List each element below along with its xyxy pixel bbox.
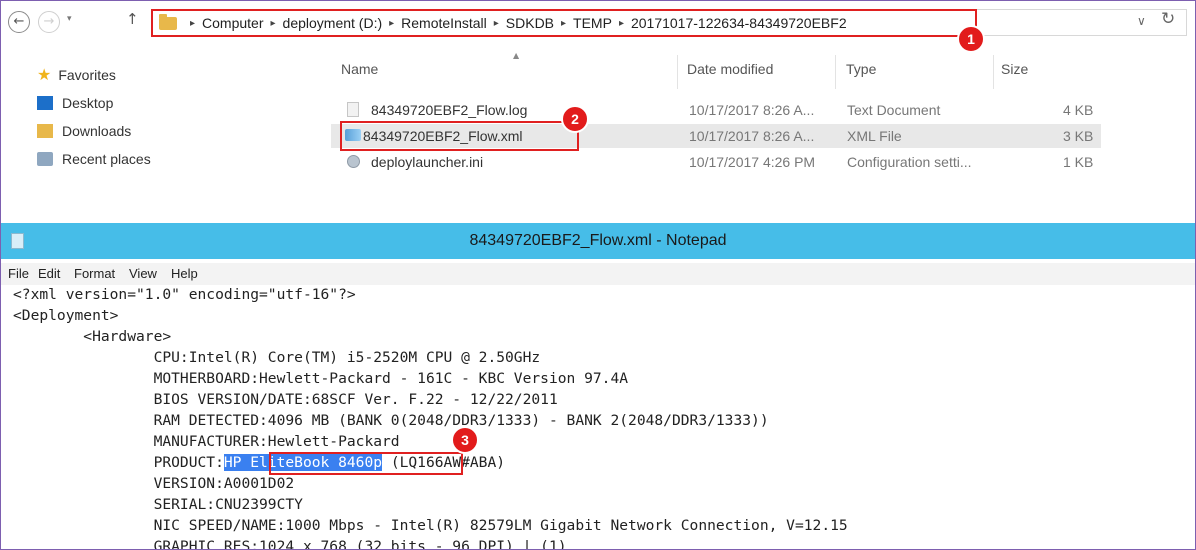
menu-bar: File Edit Format View Help	[1, 263, 1195, 285]
address-row: ← → ▾ ↑ ▸ Computer ▸ deployment (D:) ▸ R…	[1, 1, 1195, 45]
navigation-pane: ★ Favorites Desktop Downloads Recent pla…	[1, 53, 321, 193]
file-size: 4 KB	[1063, 102, 1094, 118]
sidebar-item-favorites[interactable]: ★ Favorites	[37, 65, 116, 84]
breadcrumb-separator[interactable]: ▸	[494, 18, 499, 29]
breadcrumb-separator[interactable]: ▸	[271, 18, 276, 29]
sidebar-item-label: Downloads	[62, 123, 132, 139]
sort-ascending-icon: ▲	[513, 51, 520, 60]
text-line: GRAPHIC RES:1024 x 768 (32 bits - 96 DPI…	[13, 538, 567, 550]
sidebar-item-label: Favorites	[58, 66, 116, 83]
forward-button[interactable]: →	[38, 11, 60, 33]
text-line: BIOS VERSION/DATE:68SCF Ver. F.22 - 12/2…	[13, 391, 558, 408]
text-line: <Deployment>	[13, 307, 119, 324]
callout-badge-2: 2	[561, 105, 589, 133]
column-header-type[interactable]: Type	[846, 61, 876, 77]
breadcrumb-separator[interactable]: ▸	[389, 18, 394, 29]
text-line: VERSION:A0001D02	[13, 475, 295, 492]
file-name: deploylauncher.ini	[371, 154, 484, 170]
window-title: 84349720EBF2_Flow.xml - Notepad	[469, 232, 727, 249]
text-line: MANUFACTURER:Hewlett-Packard	[13, 433, 400, 450]
sidebar-item-downloads[interactable]: Downloads	[37, 123, 131, 139]
back-button[interactable]: ←	[8, 11, 30, 33]
breadcrumb[interactable]: ▸ Computer ▸ deployment (D:) ▸ RemoteIns…	[151, 9, 977, 37]
breadcrumb-temp[interactable]: TEMP	[573, 15, 612, 31]
column-divider[interactable]	[835, 55, 836, 89]
breadcrumb-separator[interactable]: ▸	[619, 18, 624, 29]
text-line: CPU:Intel(R) Core(TM) i5-2520M CPU @ 2.5…	[13, 349, 541, 366]
column-divider[interactable]	[993, 55, 994, 89]
text-line: <?xml version="1.0" encoding="utf-16"?>	[13, 286, 356, 303]
file-type: Configuration setti...	[847, 154, 972, 170]
downloads-icon	[37, 124, 53, 138]
star-icon: ★	[37, 65, 52, 84]
menu-format[interactable]: Format	[74, 266, 115, 281]
file-date: 10/17/2017 8:26 A...	[689, 128, 815, 144]
text-editor[interactable]: <?xml version="1.0" encoding="utf-16"?> …	[1, 285, 1195, 550]
sidebar-item-desktop[interactable]: Desktop	[37, 95, 113, 111]
breadcrumb-sdkdb[interactable]: SDKDB	[506, 15, 554, 31]
sidebar-item-recent-places[interactable]: Recent places	[37, 151, 151, 167]
callout-badge-1: 1	[957, 25, 985, 53]
product-highlight-box	[269, 452, 463, 475]
breadcrumb-separator[interactable]: ▸	[561, 18, 566, 29]
file-row-ini[interactable]: deploylauncher.ini 10/17/2017 4:26 PM Co…	[331, 150, 1101, 174]
menu-help[interactable]: Help	[171, 266, 198, 281]
breadcrumb-remoteinstall[interactable]: RemoteInstall	[401, 15, 487, 31]
desktop-icon	[37, 96, 53, 110]
column-header-name[interactable]: Name	[341, 61, 378, 77]
breadcrumb-separator[interactable]: ▸	[190, 18, 195, 29]
file-date: 10/17/2017 8:26 A...	[689, 102, 815, 118]
up-button[interactable]: ↑	[126, 10, 139, 28]
file-explorer-window: ← → ▾ ↑ ▸ Computer ▸ deployment (D:) ▸ R…	[1, 1, 1195, 197]
column-header-date-modified[interactable]: Date modified	[687, 61, 773, 77]
product-label: PRODUCT:	[13, 454, 224, 471]
file-size: 3 KB	[1063, 128, 1094, 144]
address-history-dropdown[interactable]: ∨	[1137, 14, 1146, 28]
config-file-icon	[347, 155, 360, 168]
sidebar-item-label: Desktop	[62, 95, 114, 111]
screenshot-frame: ← → ▾ ↑ ▸ Computer ▸ deployment (D:) ▸ R…	[0, 0, 1196, 550]
recent-locations-dropdown[interactable]: ▾	[67, 14, 72, 24]
text-line: RAM DETECTED:4096 MB (BANK 0(2048/DDR3/1…	[13, 412, 769, 429]
menu-edit[interactable]: Edit	[38, 266, 60, 281]
text-line: <Hardware>	[13, 328, 172, 345]
callout-badge-3: 3	[451, 426, 479, 454]
file-type: XML File	[847, 128, 902, 144]
text-line: NIC SPEED/NAME:1000 Mbps - Intel(R) 8257…	[13, 517, 848, 534]
file-name: 84349720EBF2_Flow.log	[371, 102, 528, 118]
folder-icon	[159, 13, 177, 30]
text-line: MOTHERBOARD:Hewlett-Packard - 161C - KBC…	[13, 370, 629, 387]
text-line: SERIAL:CNU2399CTY	[13, 496, 303, 513]
file-type: Text Document	[847, 102, 941, 118]
file-row-log[interactable]: 84349720EBF2_Flow.log 10/17/2017 8:26 A.…	[331, 98, 1101, 122]
menu-view[interactable]: View	[129, 266, 157, 281]
text-file-icon	[347, 102, 359, 117]
file-size: 1 KB	[1063, 154, 1094, 170]
file-date: 10/17/2017 4:26 PM	[689, 154, 816, 170]
breadcrumb-computer[interactable]: Computer	[202, 15, 263, 31]
sidebar-item-label: Recent places	[62, 151, 151, 167]
column-header-size[interactable]: Size	[1001, 61, 1028, 77]
refresh-icon[interactable]: ↻	[1161, 9, 1175, 29]
menu-file[interactable]: File	[8, 266, 29, 281]
selected-file-highlight-box	[340, 121, 579, 151]
breadcrumb-current-folder[interactable]: 20171017-122634-84349720EBF2	[631, 15, 847, 31]
breadcrumb-deployment-drive[interactable]: deployment (D:)	[283, 15, 383, 31]
recent-places-icon	[37, 152, 53, 166]
column-divider[interactable]	[677, 55, 678, 89]
